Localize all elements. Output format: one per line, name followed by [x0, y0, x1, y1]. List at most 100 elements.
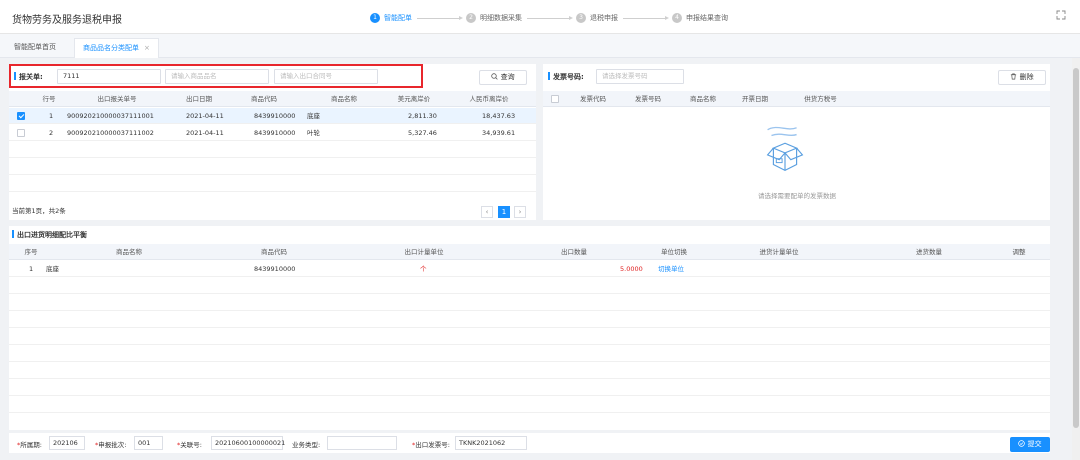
seq: 1: [29, 265, 34, 273]
period-label: *所属期:: [17, 441, 42, 449]
table-row[interactable]: 1 底座 8439910000 个 5.0000 切换单位: [9, 261, 1050, 277]
page-scrollbar[interactable]: [1072, 58, 1080, 460]
product-name: 底座: [307, 112, 320, 120]
tab-product-category[interactable]: 商品品名分类配单 ×: [74, 38, 159, 58]
biz-type-label: 业务类型:: [292, 441, 321, 449]
invoice-panel: 发票号码: 请选择发票号码 删除 发票代码 发票号码 商品名称 开票日期 供货方…: [543, 64, 1050, 220]
biz-type-input[interactable]: [327, 436, 397, 450]
step-1[interactable]: 1 智能配单: [370, 13, 412, 23]
col-product-name: 商品名称: [331, 95, 357, 103]
col-rmb-price: 人民币离岸价: [469, 95, 509, 103]
submit-label: 提交: [1027, 440, 1042, 448]
check-circle-icon: [1018, 440, 1026, 447]
row-checkbox[interactable]: [17, 129, 25, 137]
rmb-price: 18,437.63: [482, 112, 516, 120]
step-2[interactable]: 2 明细数据采集: [466, 13, 522, 23]
export-invoice-input[interactable]: TKNK2021062: [455, 436, 527, 450]
row-no: 1: [49, 112, 54, 120]
delete-button[interactable]: 删除: [998, 70, 1046, 85]
col-product-name: 商品名称: [116, 248, 142, 256]
empty-row: [9, 346, 1050, 362]
product-code: 8439910000: [254, 265, 296, 273]
title-bar: 货物劳务及服务退税申报 1 智能配单 2 明细数据采集 3 退税申报 4 申报结…: [0, 0, 1080, 34]
tab-label: 商品品名分类配单: [83, 44, 139, 52]
step-arrow: [417, 15, 463, 20]
col-unit-switch: 单位切换: [661, 248, 687, 256]
scrollbar-thumb[interactable]: [1073, 68, 1079, 428]
select-all-checkbox[interactable]: [551, 95, 559, 103]
rmb-price: 34,939.61: [482, 129, 516, 137]
table-row[interactable]: 2 900920210000037111002 2021-04-11 84399…: [9, 125, 536, 141]
step-4-label: 申报结果查询: [686, 14, 728, 22]
export-date: 2021-04-11: [186, 129, 224, 137]
step-4[interactable]: 4 申报结果查询: [672, 13, 728, 23]
detail-title: 出口进货明细配比平衡: [12, 230, 87, 240]
query-button[interactable]: 查询: [479, 70, 527, 85]
empty-row: [9, 295, 1050, 311]
invoice-table-header: 发票代码 发票号码 商品名称 开票日期 供货方税号: [543, 91, 1050, 107]
highlight-box: [9, 64, 423, 88]
search-icon: [491, 73, 499, 80]
empty-row: [9, 363, 1050, 379]
col-export-unit: 出口计量单位: [404, 248, 444, 256]
invoice-label: 发票号码:: [548, 72, 584, 82]
step-2-number: 2: [466, 13, 476, 23]
fullscreen-icon[interactable]: [1056, 10, 1066, 20]
detail-table-header: 序号 商品名称 商品代码 出口计量单位 出口数量 单位切换 进货计量单位 进货数…: [9, 244, 1050, 260]
export-invoice-label: *出口发票号:: [412, 441, 450, 449]
empty-row: [9, 312, 1050, 328]
switch-unit-link[interactable]: 切换单位: [658, 261, 684, 276]
step-1-label: 智能配单: [384, 14, 412, 22]
table-row[interactable]: 1 900920210000037111001 2021-04-11 84399…: [9, 108, 536, 124]
step-3[interactable]: 3 退税申报: [576, 13, 618, 23]
row-checkbox[interactable]: [17, 112, 25, 120]
prev-page-button[interactable]: ‹: [481, 206, 493, 218]
col-product-code: 商品代码: [261, 248, 287, 256]
export-unit: 个: [420, 265, 427, 273]
product-code: 8439910000: [254, 129, 296, 137]
col-issue-date: 开票日期: [742, 95, 768, 103]
delete-label: 删除: [1019, 73, 1034, 81]
batch-label: *申报批次:: [95, 441, 127, 449]
close-icon[interactable]: ×: [144, 44, 150, 52]
link-label: *关联号:: [177, 441, 202, 449]
tab-label: 智能配单首页: [14, 43, 56, 51]
next-page-button[interactable]: ›: [514, 206, 526, 218]
step-arrow: [527, 15, 573, 20]
empty-row: [9, 380, 1050, 396]
col-invoice-code: 发票代码: [580, 95, 606, 103]
declaration-table-header: 行号 出口报关单号 出口日期 商品代码 商品名称 美元离岸价 人民币离岸价: [9, 91, 536, 107]
empty-box-icon: [766, 126, 804, 171]
tab-bar: 智能配单首页 商品品名分类配单 ×: [0, 34, 1080, 58]
product-code: 8439910000: [254, 112, 296, 120]
col-product-code[interactable]: 商品代码: [239, 91, 289, 106]
link-number-input[interactable]: 20210600100000021: [211, 436, 285, 450]
batch-input[interactable]: 001: [134, 436, 163, 450]
export-qty[interactable]: 5.0000: [620, 261, 643, 276]
decl-no: 900920210000037111001: [67, 112, 154, 120]
page-1-button[interactable]: 1: [498, 206, 510, 218]
step-4-number: 4: [672, 13, 682, 23]
col-purchase-qty: 进货数量: [916, 248, 942, 256]
step-arrow: [623, 15, 669, 20]
empty-row: [9, 397, 1050, 413]
submit-button[interactable]: 提交: [1010, 437, 1050, 452]
col-usd-price: 美元离岸价: [397, 95, 431, 103]
query-label: 查询: [500, 73, 515, 81]
empty-row: [9, 159, 536, 175]
period-input[interactable]: 202106: [49, 436, 85, 450]
product-name: 叶轮: [307, 129, 320, 137]
col-invoice-number: 发票号码: [635, 95, 661, 103]
tab-smart-home[interactable]: 智能配单首页: [6, 38, 64, 58]
row-no: 2: [49, 129, 54, 137]
invoice-number-input[interactable]: 请选择发票号码: [596, 69, 684, 84]
step-1-number: 1: [370, 13, 380, 23]
invoice-empty-text: 请选择需要配单的发票数据: [758, 192, 836, 200]
col-export-date[interactable]: 出口日期: [174, 91, 224, 106]
step-2-label: 明细数据采集: [480, 14, 522, 22]
step-3-label: 退税申报: [590, 14, 618, 22]
declaration-form-bar: *所属期: 202106 *申报批次: 001 *关联号: 2021060010…: [9, 433, 1050, 453]
page-info: 当前第1页，共2条: [12, 207, 66, 215]
empty-row: [9, 176, 536, 192]
col-decl-no[interactable]: 出口报关单号: [67, 91, 167, 106]
